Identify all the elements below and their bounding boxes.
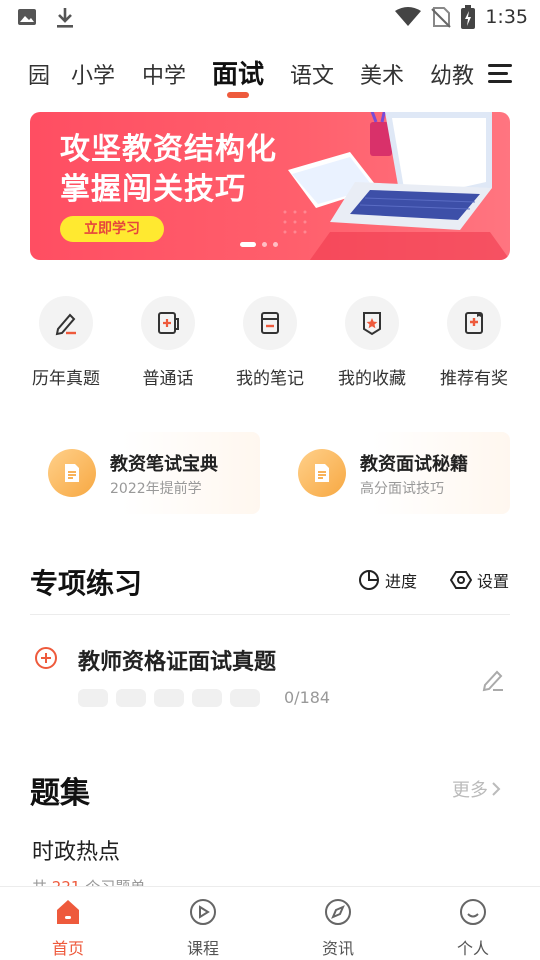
tab-primary[interactable]: 小学 [71, 58, 115, 90]
pencil-edit-icon[interactable] [480, 666, 506, 692]
status-bar: 1:35 [0, 0, 540, 36]
section-divider [30, 614, 510, 615]
progress-segment [192, 689, 222, 707]
quick-entry-referral-reward[interactable]: 推荐有奖 [424, 296, 524, 389]
settings-label: 设置 [477, 572, 510, 591]
progress-segment [230, 689, 260, 707]
progress-segment [154, 689, 184, 707]
settings-button[interactable]: 设置 [450, 568, 509, 592]
progress-segment [116, 689, 146, 707]
expand-plus-icon[interactable] [34, 646, 58, 670]
quick-entry-my-notes[interactable]: 我的笔记 [220, 296, 320, 389]
tab-kindergarten-partial[interactable]: 园 [28, 58, 50, 90]
download-icon [57, 8, 73, 28]
tab-chinese[interactable]: 语文 [290, 58, 334, 90]
banner-headline-1: 攻坚教资结构化 [60, 132, 277, 167]
image-icon [18, 9, 36, 25]
home-icon [51, 895, 85, 929]
card-subtitle: 2022年提前学 [110, 481, 202, 497]
card-title: 教资面试秘籍 [360, 454, 468, 475]
battery-charging-icon [461, 5, 476, 29]
banner-dot-1 [240, 242, 256, 247]
quick-entry-label: 普通话 [142, 369, 194, 389]
wifi-icon [395, 7, 422, 26]
banner-learn-now-button[interactable]: 立即学习 [60, 216, 164, 242]
question-set-item-title[interactable]: 时政热点 [32, 834, 120, 866]
nav-courses[interactable]: 课程 [163, 895, 243, 959]
document-icon [298, 449, 346, 497]
pen-edit-icon [39, 296, 93, 350]
active-tab-indicator [227, 92, 249, 98]
tab-middle[interactable]: 中学 [142, 58, 186, 90]
compass-icon [321, 895, 355, 929]
clock-time: 1:35 [485, 6, 528, 28]
tab-art[interactable]: 美术 [360, 58, 404, 90]
quick-entry-label: 我的收藏 [338, 369, 406, 389]
practice-progress-count: 0/184 [284, 688, 331, 707]
quick-entry-my-favorites[interactable]: 我的收藏 [322, 296, 422, 389]
nav-label: 首页 [51, 939, 84, 958]
banner-headline-2: 掌握闯关技巧 [60, 172, 246, 207]
mic-book-icon [141, 296, 195, 350]
quick-entry-label: 推荐有奖 [440, 369, 508, 389]
quick-entry-label: 我的笔记 [236, 369, 304, 389]
notebook-icon [243, 296, 297, 350]
progress-button[interactable]: 进度 [358, 568, 417, 592]
bottom-navigation: 首页 课程 资讯 个人 [0, 886, 540, 960]
nav-profile[interactable]: 个人 [433, 895, 513, 959]
section-title-practice: 专项练习 [30, 567, 143, 600]
card-title: 教资笔试宝典 [110, 454, 218, 475]
pie-chart-icon [359, 570, 379, 590]
nav-label: 个人 [456, 939, 489, 958]
quick-entry-mandarin[interactable]: 普通话 [118, 296, 218, 389]
gift-card-icon [447, 296, 501, 350]
smile-face-icon [456, 895, 490, 929]
card-interview-secrets[interactable]: 教资面试秘籍 高分面试技巧 [280, 432, 510, 514]
category-tabs: 园 小学 中学 面试 语文 美术 幼教 [0, 50, 540, 100]
card-subtitle: 高分面试技巧 [360, 481, 444, 497]
promo-banner[interactable]: 攻坚教资结构化 掌握闯关技巧 立即学习 [30, 112, 510, 260]
practice-item-title[interactable]: 教师资格证面试真题 [78, 644, 276, 676]
nav-label: 资讯 [321, 939, 354, 958]
card-written-exam-guide[interactable]: 教资笔试宝典 2022年提前学 [30, 432, 260, 514]
banner-dot-2 [262, 242, 267, 247]
document-icon [48, 449, 96, 497]
banner-pagination [240, 242, 278, 247]
no-sim-icon [431, 7, 452, 28]
hamburger-menu-icon[interactable] [488, 64, 514, 84]
play-circle-icon [186, 895, 220, 929]
tab-preschool[interactable]: 幼教 [430, 58, 474, 90]
section-title-question-sets: 题集 [30, 776, 90, 811]
nav-label: 课程 [186, 939, 219, 958]
nav-home[interactable]: 首页 [28, 895, 108, 959]
chevron-right-icon [492, 782, 501, 796]
progress-label: 进度 [385, 572, 418, 591]
tab-interview[interactable]: 面试 [212, 54, 264, 91]
more-link[interactable]: 更多 [452, 776, 502, 802]
bookmark-star-icon [345, 296, 399, 350]
progress-segment [78, 689, 108, 707]
banner-dot-3 [273, 242, 278, 247]
quick-entry-label: 历年真题 [32, 369, 100, 389]
hexagon-settings-icon [450, 571, 472, 589]
nav-news[interactable]: 资讯 [298, 895, 378, 959]
quick-entry-past-exams[interactable]: 历年真题 [16, 296, 116, 389]
more-label: 更多 [452, 780, 488, 801]
practice-progress-bar [78, 689, 260, 707]
quick-entry-row: 历年真题 普通话 我的笔记 我的收藏 推荐有奖 [0, 296, 540, 396]
